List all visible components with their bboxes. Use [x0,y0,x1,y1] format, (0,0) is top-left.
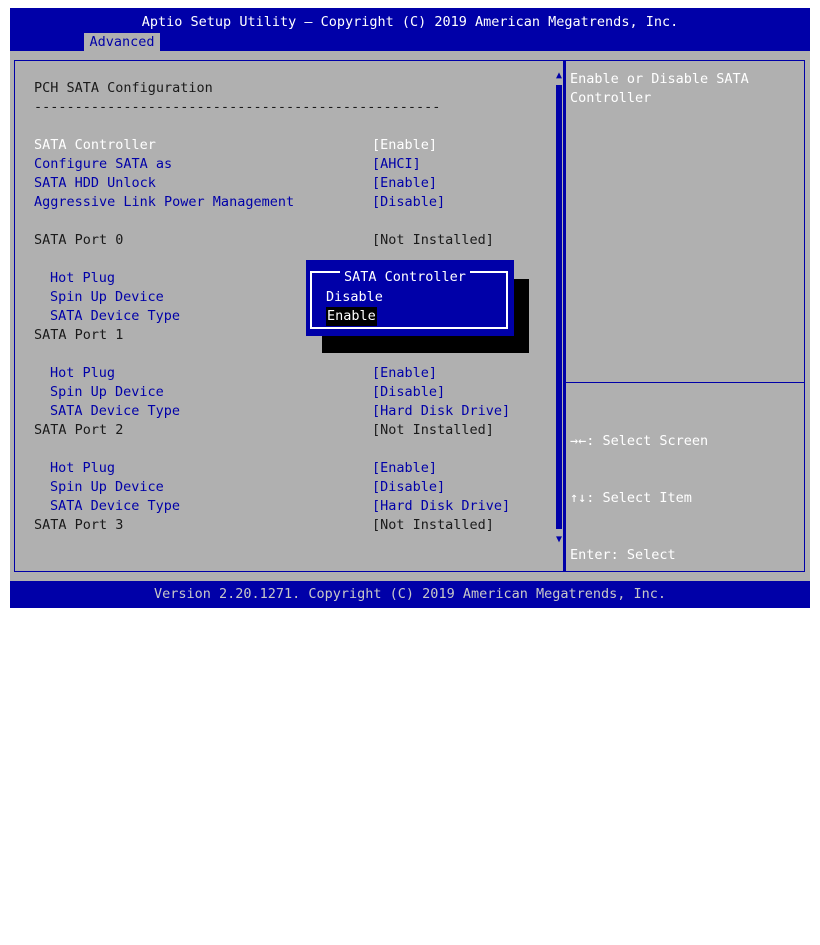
port-0-label: SATA Port 0 [34,232,124,248]
port-0-hot-plug[interactable]: Hot Plug [50,269,115,288]
help-panel: Enable or Disable SATA Controller →←: Se… [564,60,805,905]
port-1-hot-plug[interactable]: Hot Plug [50,364,115,383]
help-description: Enable or Disable SATA Controller [570,71,749,106]
port-2-spin-up[interactable]: Spin Up Device [50,478,164,497]
setting-configure-sata[interactable]: Configure SATA as [34,155,172,174]
window-title: Aptio Setup Utility – Copyright (C) 2019… [141,14,679,30]
popup-option-disable[interactable]: Disable [326,288,383,307]
tab-advanced[interactable]: Advanced [84,33,160,51]
key-f2: F2: Previous Values [570,718,725,734]
key-select-screen: →←: Select Screen [570,433,709,449]
port-1-spin-up-value[interactable]: [Disable] [372,383,445,402]
port-1-device-type-value[interactable]: [Hard Disk Drive] [372,402,510,421]
port-1-spin-up[interactable]: Spin Up Device [50,383,164,402]
port-3-status: [Not Installed] [372,517,494,533]
key-legend: →←: Select Screen ↑↓: Select Item Enter:… [570,394,749,945]
port-0-spin-up[interactable]: Spin Up Device [50,288,164,307]
key-select-item: ↑↓: Select Item [570,490,692,506]
scroll-track[interactable] [556,85,562,529]
port-1-device-type[interactable]: SATA Device Type [50,402,180,421]
setting-aggressive-link-power[interactable]: Aggressive Link Power Management [34,193,294,212]
setting-sata-hdd-unlock[interactable]: SATA HDD Unlock [34,174,156,193]
separator: ----------------------------------------… [34,99,441,115]
port-1-hot-plug-value[interactable]: [Enable] [372,364,437,383]
port-0-device-type[interactable]: SATA Device Type [50,307,180,326]
footer: Version 2.20.1271. Copyright (C) 2019 Am… [10,581,810,608]
popup-option-enable[interactable]: Enable [326,307,377,326]
port-2-status: [Not Installed] [372,422,494,438]
port-2-hot-plug[interactable]: Hot Plug [50,459,115,478]
key-enter: Enter: Select [570,547,676,563]
setting-aggressive-link-power-value[interactable]: [Disable] [372,193,445,212]
page-title: PCH SATA Configuration [34,80,213,96]
setting-sata-hdd-unlock-value[interactable]: [Enable] [372,174,437,193]
setting-configure-sata-value[interactable]: [AHCI] [372,155,421,174]
setting-sata-controller-value[interactable]: [Enable] [372,136,437,155]
key-f1: F1: General Help [570,661,701,677]
port-2-device-type-value[interactable]: [Hard Disk Drive] [372,497,510,516]
popup-title: SATA Controller [340,269,470,286]
port-0-status: [Not Installed] [372,232,494,248]
title-bar: Aptio Setup Utility – Copyright (C) 2019… [10,8,810,51]
port-2-device-type[interactable]: SATA Device Type [50,497,180,516]
port-2-label: SATA Port 2 [34,422,124,438]
port-2-spin-up-value[interactable]: [Disable] [372,478,445,497]
port-2-hot-plug-value[interactable]: [Enable] [372,459,437,478]
bios-screen: Aptio Setup Utility – Copyright (C) 2019… [10,8,810,905]
setting-sata-controller[interactable]: SATA Controller [34,136,156,155]
sata-controller-popup[interactable]: Disable Enable SATA Controller [306,260,514,336]
key-esc: ESC: Exit [570,889,644,905]
port-1-label: SATA Port 1 [34,327,124,343]
key-f3: F3: Optimized Defaults [570,775,749,791]
help-divider [566,382,804,383]
port-3-label: SATA Port 3 [34,517,124,533]
key-f4: F4: Save & Exit [570,832,692,848]
